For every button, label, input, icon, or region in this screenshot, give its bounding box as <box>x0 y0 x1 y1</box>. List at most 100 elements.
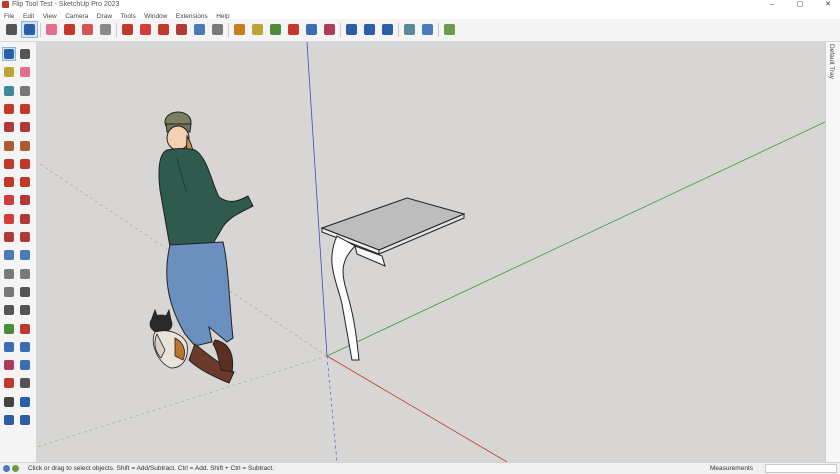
polygon-icon <box>20 140 30 151</box>
default-tray[interactable]: Default Tray <box>825 42 840 462</box>
dimension-icon <box>20 268 30 279</box>
select-tool-button[interactable] <box>2 47 16 61</box>
toolbar-separator <box>340 23 341 37</box>
polygon-tool-button[interactable] <box>18 139 32 153</box>
walk-tool-button[interactable] <box>2 395 16 409</box>
toolbar-separator <box>116 23 117 37</box>
paint-tool-button[interactable] <box>2 65 16 79</box>
arc-2-icon <box>20 158 30 169</box>
flip-icon <box>4 250 14 261</box>
arc-tool-button[interactable] <box>2 157 16 171</box>
flip-2-tool-button[interactable] <box>18 248 32 262</box>
arc-2-tool-button[interactable] <box>18 157 32 171</box>
arc-3-tool-button[interactable] <box>2 175 16 189</box>
flip-tool-button[interactable] <box>2 248 16 262</box>
zoom-window-tool-button[interactable] <box>18 340 32 354</box>
rotate-tool-icon <box>158 24 169 35</box>
model-info-tool-button[interactable] <box>401 21 418 38</box>
styles-tool-button[interactable] <box>419 21 436 38</box>
orbit-tool-button[interactable] <box>2 322 16 336</box>
move-tool-button[interactable] <box>2 193 16 207</box>
line-icon <box>4 103 14 114</box>
geo-tool-button[interactable] <box>441 21 458 38</box>
line-tool-button[interactable] <box>2 102 16 116</box>
section-2-tool-button[interactable] <box>2 413 16 427</box>
lasso-tool-button[interactable] <box>18 47 32 61</box>
zoom-tool-button[interactable] <box>2 340 16 354</box>
look-around-tool-button[interactable] <box>18 376 32 390</box>
position-camera-tool-button[interactable] <box>2 376 16 390</box>
eraser-tool-button[interactable] <box>18 65 32 79</box>
pushpull-tool-button[interactable] <box>119 21 136 38</box>
console-table <box>320 197 466 361</box>
pie-tool-button[interactable] <box>18 175 32 189</box>
measurements-field[interactable] <box>765 464 837 473</box>
line-tool-button[interactable] <box>61 21 78 38</box>
3dtext-tool-button[interactable] <box>18 303 32 317</box>
tape-icon <box>4 268 14 279</box>
credits-icon[interactable] <box>12 465 19 472</box>
zoom-tool-button[interactable] <box>303 21 320 38</box>
rectangle-tool-button[interactable] <box>2 120 16 134</box>
zoom-extents-tool-button[interactable] <box>321 21 338 38</box>
text-tool-button[interactable] <box>231 21 248 38</box>
components-tool-button[interactable] <box>2 84 16 98</box>
text-tool-button[interactable] <box>18 285 32 299</box>
arc-icon <box>4 158 14 169</box>
previous-tool-button[interactable] <box>18 358 32 372</box>
offset-tool-button[interactable] <box>18 230 32 244</box>
pan-tool-button[interactable] <box>18 322 32 336</box>
arc-tool-button[interactable] <box>79 21 96 38</box>
rotate-tool-button[interactable] <box>2 212 16 226</box>
dimension-tool-button[interactable] <box>18 267 32 281</box>
rotate-tool-button[interactable] <box>155 21 172 38</box>
search-tool-button[interactable] <box>3 21 20 38</box>
warehouse-tool-button[interactable] <box>343 21 360 38</box>
orbit-tool-button[interactable] <box>267 21 284 38</box>
tag-tool-button[interactable] <box>18 84 32 98</box>
minimize-button[interactable]: – <box>762 0 782 10</box>
scene-canvas[interactable] <box>37 42 825 462</box>
layout-tool-button[interactable] <box>379 21 396 38</box>
move-tool-button[interactable] <box>137 21 154 38</box>
shape-tool-button[interactable] <box>97 21 114 38</box>
position-camera-icon <box>4 378 14 389</box>
pushpull-tool-button[interactable] <box>18 193 32 207</box>
scale-tool-button[interactable] <box>2 230 16 244</box>
close-button[interactable]: ✕ <box>818 0 838 10</box>
tray-label: Default Tray <box>828 44 835 80</box>
paint-tool-button[interactable] <box>249 21 266 38</box>
rectangle-icon <box>4 122 14 133</box>
tape-tool-button[interactable] <box>2 267 16 281</box>
eraser-tool-button[interactable] <box>43 21 60 38</box>
scale-icon <box>4 232 14 242</box>
section-tool-button[interactable] <box>18 395 32 409</box>
extension-warehouse-tool-button[interactable] <box>361 21 378 38</box>
rotated-rect-tool-button[interactable] <box>18 120 32 134</box>
model-info-tool-icon <box>404 24 415 35</box>
tape-tool-button[interactable] <box>209 21 226 38</box>
layout-tool-icon <box>382 24 393 35</box>
shape-tool-icon <box>100 24 111 35</box>
axes-tool-button[interactable] <box>2 303 16 317</box>
section-3-tool-button[interactable] <box>18 413 32 427</box>
maximize-button[interactable]: ▢ <box>790 0 810 10</box>
geo-location-icon[interactable] <box>3 465 10 472</box>
text-tool-icon <box>234 24 245 35</box>
scale-tool-button[interactable] <box>173 21 190 38</box>
zoom-extents-tool-button[interactable] <box>2 358 16 372</box>
pan-tool-button[interactable] <box>285 21 302 38</box>
paint-tool-icon <box>252 24 263 35</box>
freehand-tool-button[interactable] <box>18 102 32 116</box>
zoom-window-icon <box>20 341 30 352</box>
model-viewport[interactable] <box>37 42 825 462</box>
select-tool-button[interactable] <box>21 21 38 38</box>
protractor-tool-button[interactable] <box>2 285 16 299</box>
measurements-label: Measurements <box>710 465 753 472</box>
red-axis <box>326 355 508 462</box>
previous-icon <box>20 360 30 371</box>
followme-tool-button[interactable] <box>18 212 32 226</box>
tape-tool-icon <box>212 24 223 35</box>
circle-tool-button[interactable] <box>2 139 16 153</box>
offset-tool-button[interactable] <box>191 21 208 38</box>
